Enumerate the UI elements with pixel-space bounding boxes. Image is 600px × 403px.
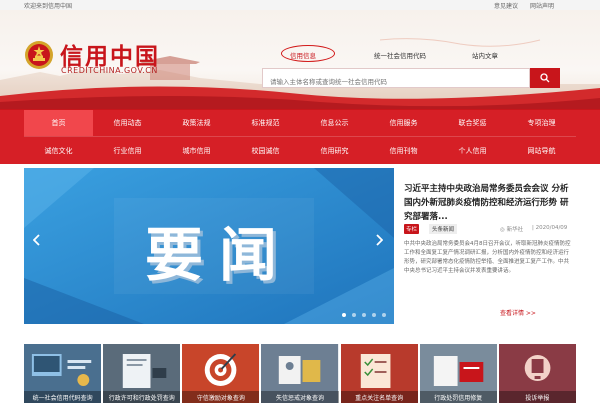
news-badge: 专栏 bbox=[404, 224, 420, 234]
carousel-dots bbox=[342, 313, 386, 317]
site-statement-link[interactable]: 网站声明 bbox=[530, 1, 554, 10]
search-tabs: 信用信息 统一社会信用代码 站内文章 bbox=[260, 45, 560, 64]
site-header: 信用中国 CREDITCHINA.GOV.CN 信用信息 统一社会信用代码 站内… bbox=[0, 10, 600, 110]
nav-item-city-credit[interactable]: 城市信用 bbox=[162, 137, 231, 164]
search-input[interactable] bbox=[263, 73, 529, 91]
carousel-dot[interactable] bbox=[372, 313, 376, 317]
nav-item-special-governance[interactable]: 专项治理 bbox=[507, 110, 576, 136]
tab-credit-code[interactable]: 统一社会信用代码 bbox=[374, 50, 426, 60]
service-tile-license-penalty[interactable]: 行政许可和行政处罚查询 bbox=[103, 344, 181, 403]
national-emblem-icon bbox=[25, 41, 53, 69]
news-summary: 中共中央政治局常务委员会4月8日召开会议，听取新冠肺炎疫情防控工作和全面复工复产… bbox=[404, 241, 571, 274]
nav-item-policies[interactable]: 政策法规 bbox=[162, 110, 231, 136]
top-links: 意见建议 网站声明 bbox=[494, 1, 554, 10]
nav-item-standards[interactable]: 标准规范 bbox=[231, 110, 300, 136]
nav-item-personal-credit[interactable]: 个人信用 bbox=[438, 137, 507, 164]
carousel-prev-button[interactable] bbox=[30, 229, 44, 251]
chevron-right-icon bbox=[376, 234, 383, 246]
main-navigation: 首页 信用动态 政策法规 标准规范 信息公示 信用服务 联合奖惩 专项治理 诚信… bbox=[0, 110, 600, 164]
news-date: | 2020/04/09 bbox=[532, 225, 568, 231]
nav-item-industry-credit[interactable]: 行业信用 bbox=[93, 137, 162, 164]
service-label: 行政许可和行政处罚查询 bbox=[103, 391, 181, 403]
nav-item-integrity-culture[interactable]: 诚信文化 bbox=[24, 137, 93, 164]
tab-credit-info[interactable]: 信用信息 bbox=[281, 45, 335, 62]
nav-item-home[interactable]: 首页 bbox=[24, 110, 93, 136]
carousel-dot[interactable] bbox=[342, 313, 346, 317]
search-icon bbox=[540, 73, 550, 83]
tab-site-articles[interactable]: 站内文章 bbox=[472, 50, 498, 60]
chevron-left-icon bbox=[33, 234, 40, 246]
news-carousel[interactable]: 要闻 bbox=[24, 168, 394, 324]
nav-item-credit-publications[interactable]: 信用刊物 bbox=[369, 137, 438, 164]
service-label: 重点关注名单查询 bbox=[340, 391, 418, 403]
service-tile-complaint[interactable]: 投诉举报 bbox=[498, 344, 576, 403]
nav-row-1: 首页 信用动态 政策法规 标准规范 信息公示 信用服务 联合奖惩 专项治理 bbox=[24, 110, 576, 137]
news-title[interactable]: 习近平主持中央政治局常务委员会会议 分析国内外新冠肺炎疫情防控和经济运行形势 研… bbox=[404, 182, 574, 224]
nav-item-credit-research[interactable]: 信用研究 bbox=[300, 137, 369, 164]
service-label: 失信惩戒对象查询 bbox=[261, 391, 339, 403]
carousel-next-button[interactable] bbox=[372, 229, 386, 251]
nav-item-credit-news[interactable]: 信用动态 bbox=[93, 110, 162, 136]
news-author: ◎ 新华社 bbox=[500, 227, 524, 233]
news-date-value: 2020/04/09 bbox=[535, 225, 568, 231]
welcome-text: 欢迎来到信用中国 bbox=[24, 3, 73, 10]
service-tile-credit-repair[interactable]: 行政处罚信用修复 bbox=[419, 344, 497, 403]
carousel-dot[interactable] bbox=[362, 313, 366, 317]
search-box bbox=[262, 68, 530, 91]
nav-item-campus-integrity[interactable]: 校园诚信 bbox=[231, 137, 300, 164]
search-button[interactable] bbox=[530, 68, 560, 88]
feedback-link[interactable]: 意见建议 bbox=[494, 1, 518, 10]
tab-highlight-oval bbox=[281, 45, 335, 62]
nav-item-joint-rewards[interactable]: 联合奖惩 bbox=[438, 110, 507, 136]
news-source-tag: 头条新闻 bbox=[429, 224, 458, 234]
carousel-dot[interactable] bbox=[352, 313, 356, 317]
top-utility-bar: 欢迎来到信用中国 意见建议 网站声明 bbox=[0, 0, 600, 10]
service-label: 统一社会信用代码查询 bbox=[24, 391, 102, 403]
news-meta: 专栏 头条新闻 ◎ 新华社 | 2020/04/09 bbox=[404, 224, 574, 234]
service-tile-dishonest-query[interactable]: 失信惩戒对象查询 bbox=[261, 344, 339, 403]
service-label: 守信激励对象查询 bbox=[182, 391, 260, 403]
service-label: 投诉举报 bbox=[498, 391, 576, 403]
nav-item-credit-services[interactable]: 信用服务 bbox=[369, 110, 438, 136]
service-tile-credit-code[interactable]: 统一社会信用代码查询 bbox=[24, 344, 102, 403]
carousel-dot[interactable] bbox=[382, 313, 386, 317]
nav-item-site-navigation[interactable]: 网站导航 bbox=[507, 137, 576, 164]
service-label: 行政处罚信用修复 bbox=[419, 391, 497, 403]
service-tile-watchlist[interactable]: 重点关注名单查询 bbox=[340, 344, 418, 403]
view-details-link[interactable]: 查看详情 >> bbox=[500, 308, 536, 317]
news-author-name: 新华社 bbox=[506, 227, 524, 233]
nav-row-2: 诚信文化 行业信用 城市信用 校园诚信 信用研究 信用刊物 个人信用 网站导航 bbox=[24, 137, 576, 164]
service-tiles: 统一社会信用代码查询 行政许可和行政处罚查询 守信激励对象查询 失信惩戒对象查询… bbox=[24, 344, 576, 403]
headline-news-panel: 习近平主持中央政治局常务委员会会议 分析国内外新冠肺炎疫情防控和经济运行形势 研… bbox=[396, 168, 576, 324]
site-logo-domain: CREDITCHINA.GOV.CN bbox=[61, 66, 158, 75]
service-tile-trust-incentive[interactable]: 守信激励对象查询 bbox=[182, 344, 260, 403]
nav-item-disclosure[interactable]: 信息公示 bbox=[300, 110, 369, 136]
banner-headline: 要闻 bbox=[144, 221, 293, 289]
